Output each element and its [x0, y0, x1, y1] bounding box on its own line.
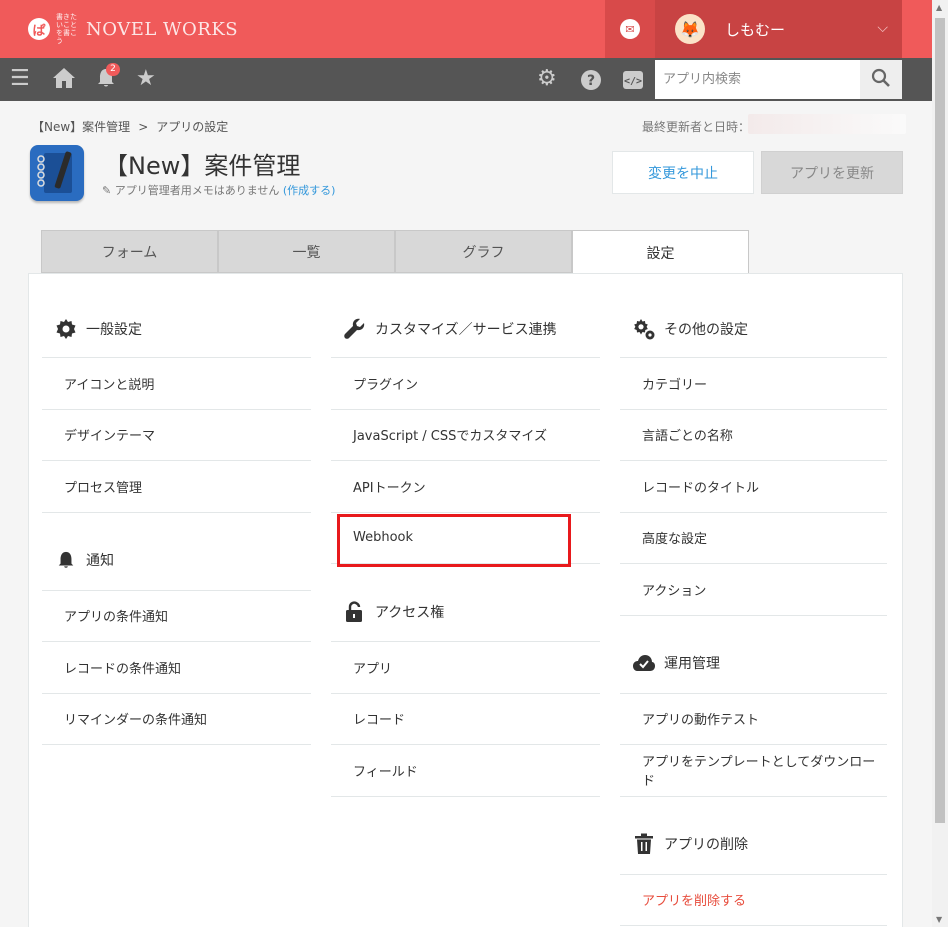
section-delete: アプリの削除 [620, 797, 887, 875]
section-notify: 通知 [42, 513, 311, 591]
star-icon[interactable]: ★ [136, 67, 156, 91]
settings-link-actions[interactable]: アクション [620, 564, 887, 616]
lock-icon [343, 600, 367, 624]
settings-link-test-environment[interactable]: アプリの動作テスト [620, 694, 887, 745]
section-title: アクセス権 [375, 604, 445, 621]
memo-text: アプリ管理者用メモはありません [114, 184, 280, 197]
breadcrumb-current: アプリの設定 [156, 120, 229, 134]
settings-link-design-theme[interactable]: デザインテーマ [42, 410, 311, 461]
section-title: その他の設定 [664, 321, 748, 338]
breadcrumb: 【New】案件管理 > アプリの設定 [32, 118, 228, 135]
settings-link-icon-description[interactable]: アイコンと説明 [42, 358, 311, 410]
gears-icon [632, 317, 656, 341]
settings-link-js-css[interactable]: JavaScript / CSSでカスタマイズ [331, 410, 600, 461]
search-input[interactable] [655, 60, 860, 99]
tab-settings[interactable]: 設定 [572, 230, 749, 274]
column-middle: カスタマイズ／サービス連携 プラグイン JavaScript / CSSでカスタ… [331, 300, 600, 797]
logo-name: NOVEL WORKS [86, 18, 239, 40]
menu-icon[interactable]: ☰ [10, 67, 30, 91]
app-memo: ✎ アプリ管理者用メモはありません (作成する) [102, 182, 335, 198]
section-title: 運用管理 [664, 656, 720, 672]
code-icon[interactable]: </> [622, 69, 644, 97]
column-right: その他の設定 カテゴリー 言語ごとの名称 レコードのタイトル 高度な設定 アクシ… [620, 300, 887, 926]
section-access: アクセス権 [331, 564, 600, 642]
section-customize: カスタマイズ／サービス連携 [331, 300, 600, 358]
home-icon[interactable] [52, 67, 76, 95]
settings-link-app-notification[interactable]: アプリの条件通知 [42, 591, 311, 642]
settings-link-reminder-notification[interactable]: リマインダーの条件通知 [42, 694, 311, 745]
cancel-button[interactable]: 変更を中止 [612, 151, 754, 194]
chevron-down-icon: ⌵ [877, 20, 888, 36]
help-icon[interactable]: ? [580, 69, 602, 97]
section-general: 一般設定 [42, 300, 311, 358]
memo-icon: ✎ [102, 184, 112, 197]
gear-icon [54, 317, 78, 341]
column-left: 一般設定 アイコンと説明 デザインテーマ プロセス管理 通知 アプリの条件通知 … [42, 300, 311, 745]
breadcrumb-separator: > [138, 120, 149, 134]
tab-form[interactable]: フォーム [41, 230, 218, 273]
logo[interactable]: ぱ 書きたいことを書こう NOVEL WORKS [28, 13, 239, 45]
memo-create-link[interactable]: (作成する) [283, 184, 336, 197]
wrench-icon [343, 317, 367, 341]
svg-text:</>: </> [624, 76, 642, 87]
bell-icon [54, 548, 78, 572]
settings-link-record-notification[interactable]: レコードの条件通知 [42, 642, 311, 694]
last-updated-redacted [748, 114, 906, 134]
mail-icon: ✉ [620, 19, 640, 39]
page-title: 【New】案件管理 [104, 152, 301, 180]
user-menu[interactable]: 🦊 しもむー ⌵ [655, 0, 902, 58]
settings-link-record-permissions[interactable]: レコード [331, 694, 600, 745]
settings-link-advanced[interactable]: 高度な設定 [620, 513, 887, 564]
section-title: 一般設定 [86, 321, 142, 338]
settings-link-delete-app[interactable]: アプリを削除する [620, 875, 887, 926]
trash-icon [632, 832, 656, 856]
svg-text:?: ? [587, 73, 595, 89]
user-name: しもむー [725, 20, 786, 39]
settings-link-process-management[interactable]: プロセス管理 [42, 461, 311, 513]
section-title: カスタマイズ／サービス連携 [375, 321, 557, 338]
settings-link-app-permissions[interactable]: アプリ [331, 642, 600, 694]
scroll-thumb[interactable] [935, 18, 945, 823]
settings-link-field-permissions[interactable]: フィールド [331, 745, 600, 797]
search-icon [871, 68, 891, 92]
settings-link-record-title[interactable]: レコードのタイトル [620, 461, 887, 513]
scroll-down-icon[interactable]: ▼ [936, 915, 942, 924]
gear-icon[interactable]: ⚙ [537, 67, 557, 91]
search-button[interactable] [860, 60, 902, 99]
section-title: アプリの削除 [664, 837, 748, 853]
settings-link-plugins[interactable]: プラグイン [331, 358, 600, 410]
last-updated-label: 最終更新者と日時： [642, 120, 751, 134]
avatar: 🦊 [675, 14, 705, 44]
scrollbar[interactable]: ▲ ▼ [932, 0, 948, 927]
tab-list[interactable]: 一覧 [218, 230, 395, 273]
section-title: 通知 [86, 553, 114, 569]
cloud-check-icon [632, 651, 656, 675]
top-bar: ぱ 書きたいことを書こう NOVEL WORKS ✉ 🦊 しもむー ⌵ [0, 0, 932, 58]
scroll-up-icon[interactable]: ▲ [936, 3, 942, 12]
settings-link-api-token[interactable]: APIトークン [331, 461, 600, 513]
logo-mark: ぱ [28, 18, 50, 40]
settings-link-category[interactable]: カテゴリー [620, 358, 887, 410]
breadcrumb-parent[interactable]: 【New】案件管理 [32, 120, 130, 134]
settings-link-language-names[interactable]: 言語ごとの名称 [620, 410, 887, 461]
settings-link-download-template[interactable]: アプリをテンプレートとしてダウンロード [620, 745, 887, 797]
app-icon [30, 145, 84, 201]
tab-graph[interactable]: グラフ [395, 230, 572, 273]
update-app-button[interactable]: アプリを更新 [761, 151, 903, 194]
notification-badge: 2 [106, 63, 120, 76]
mail-button[interactable]: ✉ [605, 0, 655, 58]
section-other: その他の設定 [620, 300, 887, 358]
logo-tagline: 書きたいことを書こう [56, 13, 77, 45]
section-operations: 運用管理 [620, 616, 887, 694]
settings-link-webhook[interactable]: Webhook [331, 513, 600, 564]
